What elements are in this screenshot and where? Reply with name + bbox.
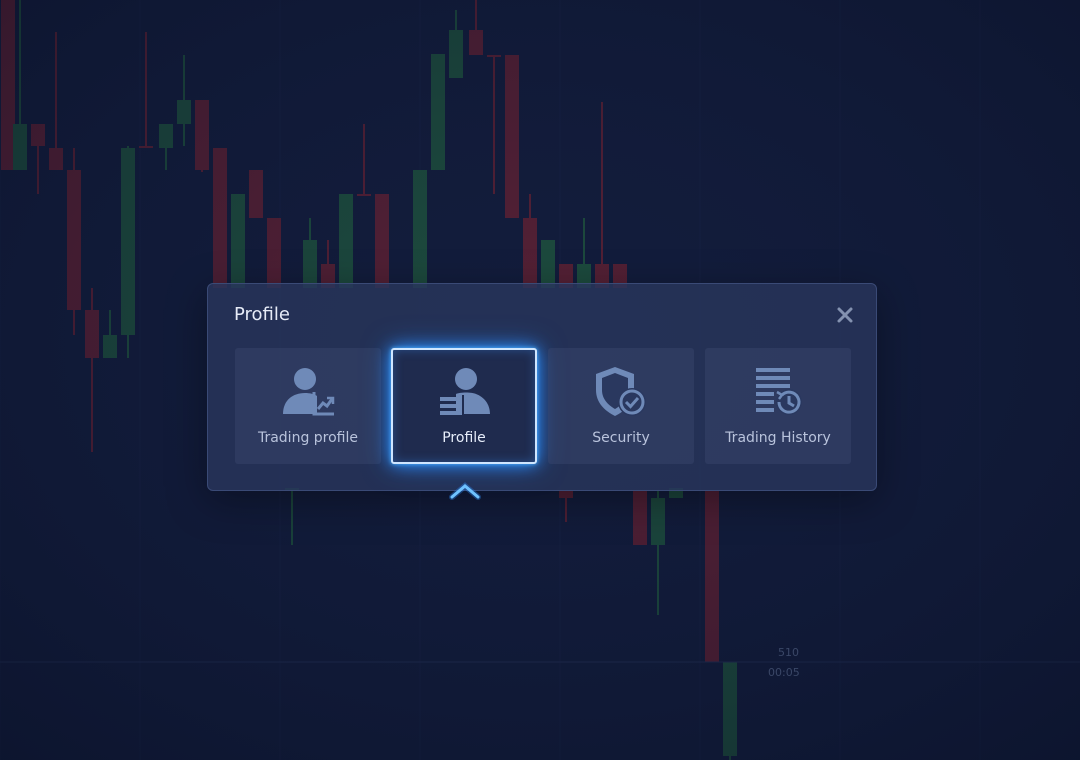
trading-profile-icon [280,364,336,420]
tile-trading-history[interactable]: Trading History [705,348,851,464]
time-axis-label: 00:05 [768,666,800,679]
close-button[interactable] [834,304,856,326]
tile-label: Profile [442,430,486,446]
tile-trading-profile[interactable]: Trading profile [235,348,381,464]
profile-menu-panel: Profile Trading profile Profile Security… [207,283,877,491]
tile-label: Trading History [725,430,831,446]
panel-title: Profile [234,304,290,325]
tile-label: Security [592,430,650,446]
trading-history-icon [750,364,806,420]
profile-icon [436,364,492,420]
close-icon [837,307,853,323]
security-shield-icon [593,364,649,420]
tile-profile[interactable]: Profile [391,348,537,464]
chevron-up-icon [449,482,481,500]
tile-security[interactable]: Security [548,348,694,464]
price-axis-label: 510 [778,646,799,659]
tile-label: Trading profile [257,430,359,446]
